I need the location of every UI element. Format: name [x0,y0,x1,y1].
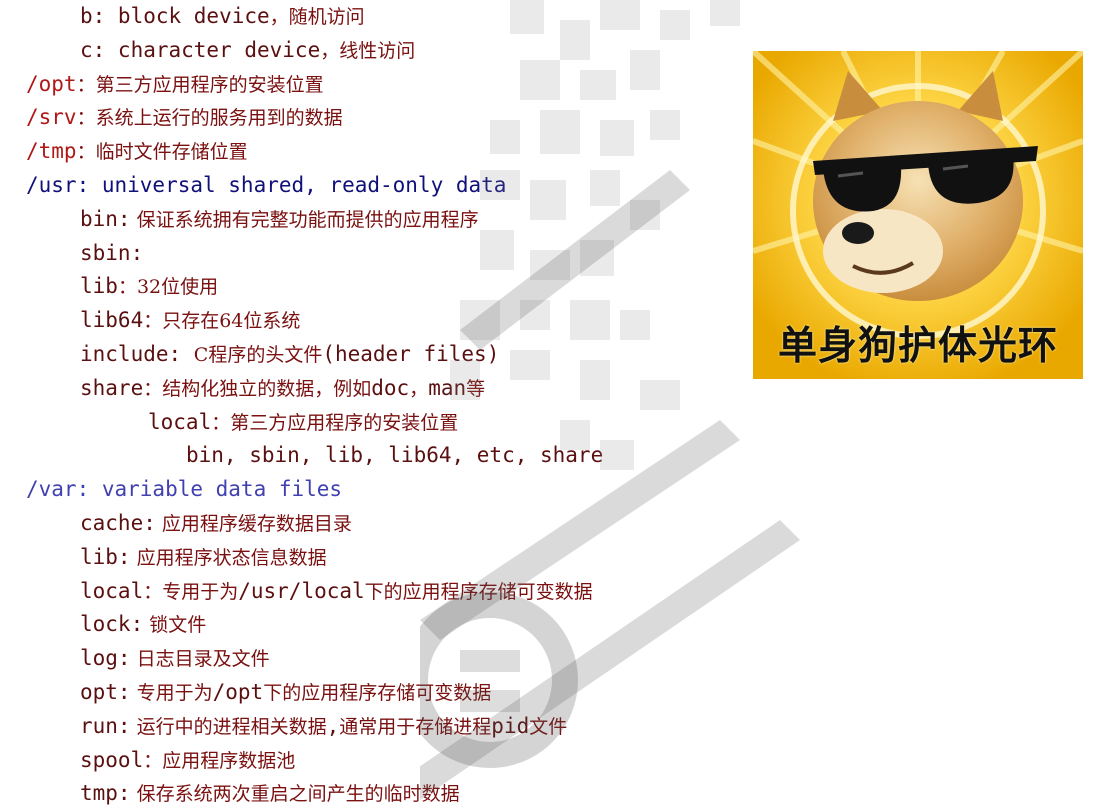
text-line: /usr: universal shared, read-only data [26,168,506,202]
text-segment: ，线性访问 [320,39,416,62]
text-line: /opt：第三方应用程序的安装位置 [26,67,324,101]
text-line: run: 运行中的进程相关数据,通常用于存储进程pid文件 [80,709,567,743]
text-line: cache: 应用程序缓存数据目录 [80,506,352,540]
text-segment: ：只存在64位系统 [143,310,301,333]
text-line: /srv：系统上运行的服务用到的数据 [26,100,343,134]
text-segment: b: block device [80,4,270,28]
text-line: local：专用于为/usr/local下的应用程序存储可变数据 [80,574,593,608]
text-line: c: character device，线性访问 [80,33,415,67]
text-segment: ， [409,377,429,400]
meme-caption: 单身狗护体光环 [777,324,1058,369]
text-segment: /srv [26,105,77,130]
text-segment: opt: [80,680,131,704]
text-segment: share [80,375,144,400]
text-line: sbin: [80,236,143,270]
text-segment: ：第三方应用程序的安装位置 [76,73,324,96]
text-line: opt: 专用于为/opt下的应用程序存储可变数据 [80,675,491,709]
text-line: /var: variable data files [26,472,342,506]
text-segment: C程序的头文件 [193,344,323,366]
text-line: local：第三方应用程序的安装位置 [148,405,458,439]
text-segment: /usr/local [238,578,365,603]
text-segment: bin, sbin, lib, lib64, etc, share [186,443,604,468]
text-line: /tmp：临时文件存储位置 [26,134,248,168]
text-segment: 等 [466,377,486,400]
text-line: bin: 保证系统拥有完整功能而提供的应用程序 [80,202,479,236]
text-segment: local [80,578,144,603]
text-segment: 应用程序状态信息数据 [130,546,327,569]
text-line: b: block device，随机访问 [80,0,365,33]
text-segment: include: [80,342,194,366]
text-segment: log: [80,646,131,671]
text-line: bin, sbin, lib, lib64, etc, share [186,438,603,472]
text-segment: ：结构化独立的数据，例如 [143,377,372,400]
text-segment: 日志目录及文件 [130,648,270,671]
text-segment: 锁文件 [143,614,207,637]
text-line: lib64：只存在64位系统 [80,303,300,337]
text-segment: lock: [80,612,144,637]
text-segment: /tmp [26,139,77,164]
text-segment: ：系统上运行的服务用到的数据 [76,107,343,130]
text-line: share：结构化独立的数据，例如doc，man等 [80,371,485,405]
text-segment: /opt [212,680,264,704]
text-segment: c: character device [80,37,321,62]
text-segment: 专用于为 [130,682,213,704]
text-segment: ：32位使用 [117,276,219,299]
text-segment: doc [371,375,410,400]
doge-meme-image: 单身狗护体光环 [753,51,1083,379]
text-segment: 运行中的进程相关数据 [130,715,327,738]
text-segment: lib64 [80,308,144,333]
text-segment: ：应用程序数据池 [143,749,296,772]
text-segment: local [148,409,212,434]
text-segment: lib [80,274,118,299]
text-segment: ，随机访问 [269,6,365,28]
text-segment: /var: variable data files [26,477,343,502]
text-segment: lib: [80,544,131,569]
text-segment: ：专用于为 [143,580,239,603]
text-line: tmp: 保存系统两次重启之间产生的临时数据 [80,776,460,810]
text-segment: /usr: universal shared, read-only data [26,173,507,197]
text-segment: 通常用于存储进程 [339,715,492,738]
text-segment: tmp: [80,781,131,806]
text-line: include: C程序的头文件(header files) [80,337,499,371]
text-segment: 文件 [529,715,568,738]
text-segment: , [326,713,340,738]
text-segment: cache: [80,511,156,535]
text-segment: sbin: [80,240,144,265]
text-segment: 保证系统拥有完整功能而提供的应用程序 [130,208,479,231]
text-segment: ：第三方应用程序的安装位置 [211,411,459,434]
text-segment: bin: [80,206,131,231]
text-line: lock: 锁文件 [80,607,206,641]
text-segment: /opt [26,71,77,96]
text-segment: 保存系统两次重启之间产生的临时数据 [130,783,460,806]
text-segment: pid [491,713,530,738]
text-segment: 应用程序缓存数据目录 [155,513,352,535]
text-line: log: 日志目录及文件 [80,641,270,675]
text-segment: 下的应用程序存储可变数据 [364,580,593,603]
text-segment: 下的应用程序存储可变数据 [263,682,492,704]
text-segment: run: [80,713,131,738]
text-segment: (header files) [322,342,500,366]
text-segment: man [428,375,467,400]
text-segment: spool [80,747,144,772]
text-line: lib：32位使用 [80,269,218,303]
text-segment: ：临时文件存储位置 [76,141,248,164]
text-line: lib: 应用程序状态信息数据 [80,540,327,574]
text-line: spool：应用程序数据池 [80,743,295,777]
